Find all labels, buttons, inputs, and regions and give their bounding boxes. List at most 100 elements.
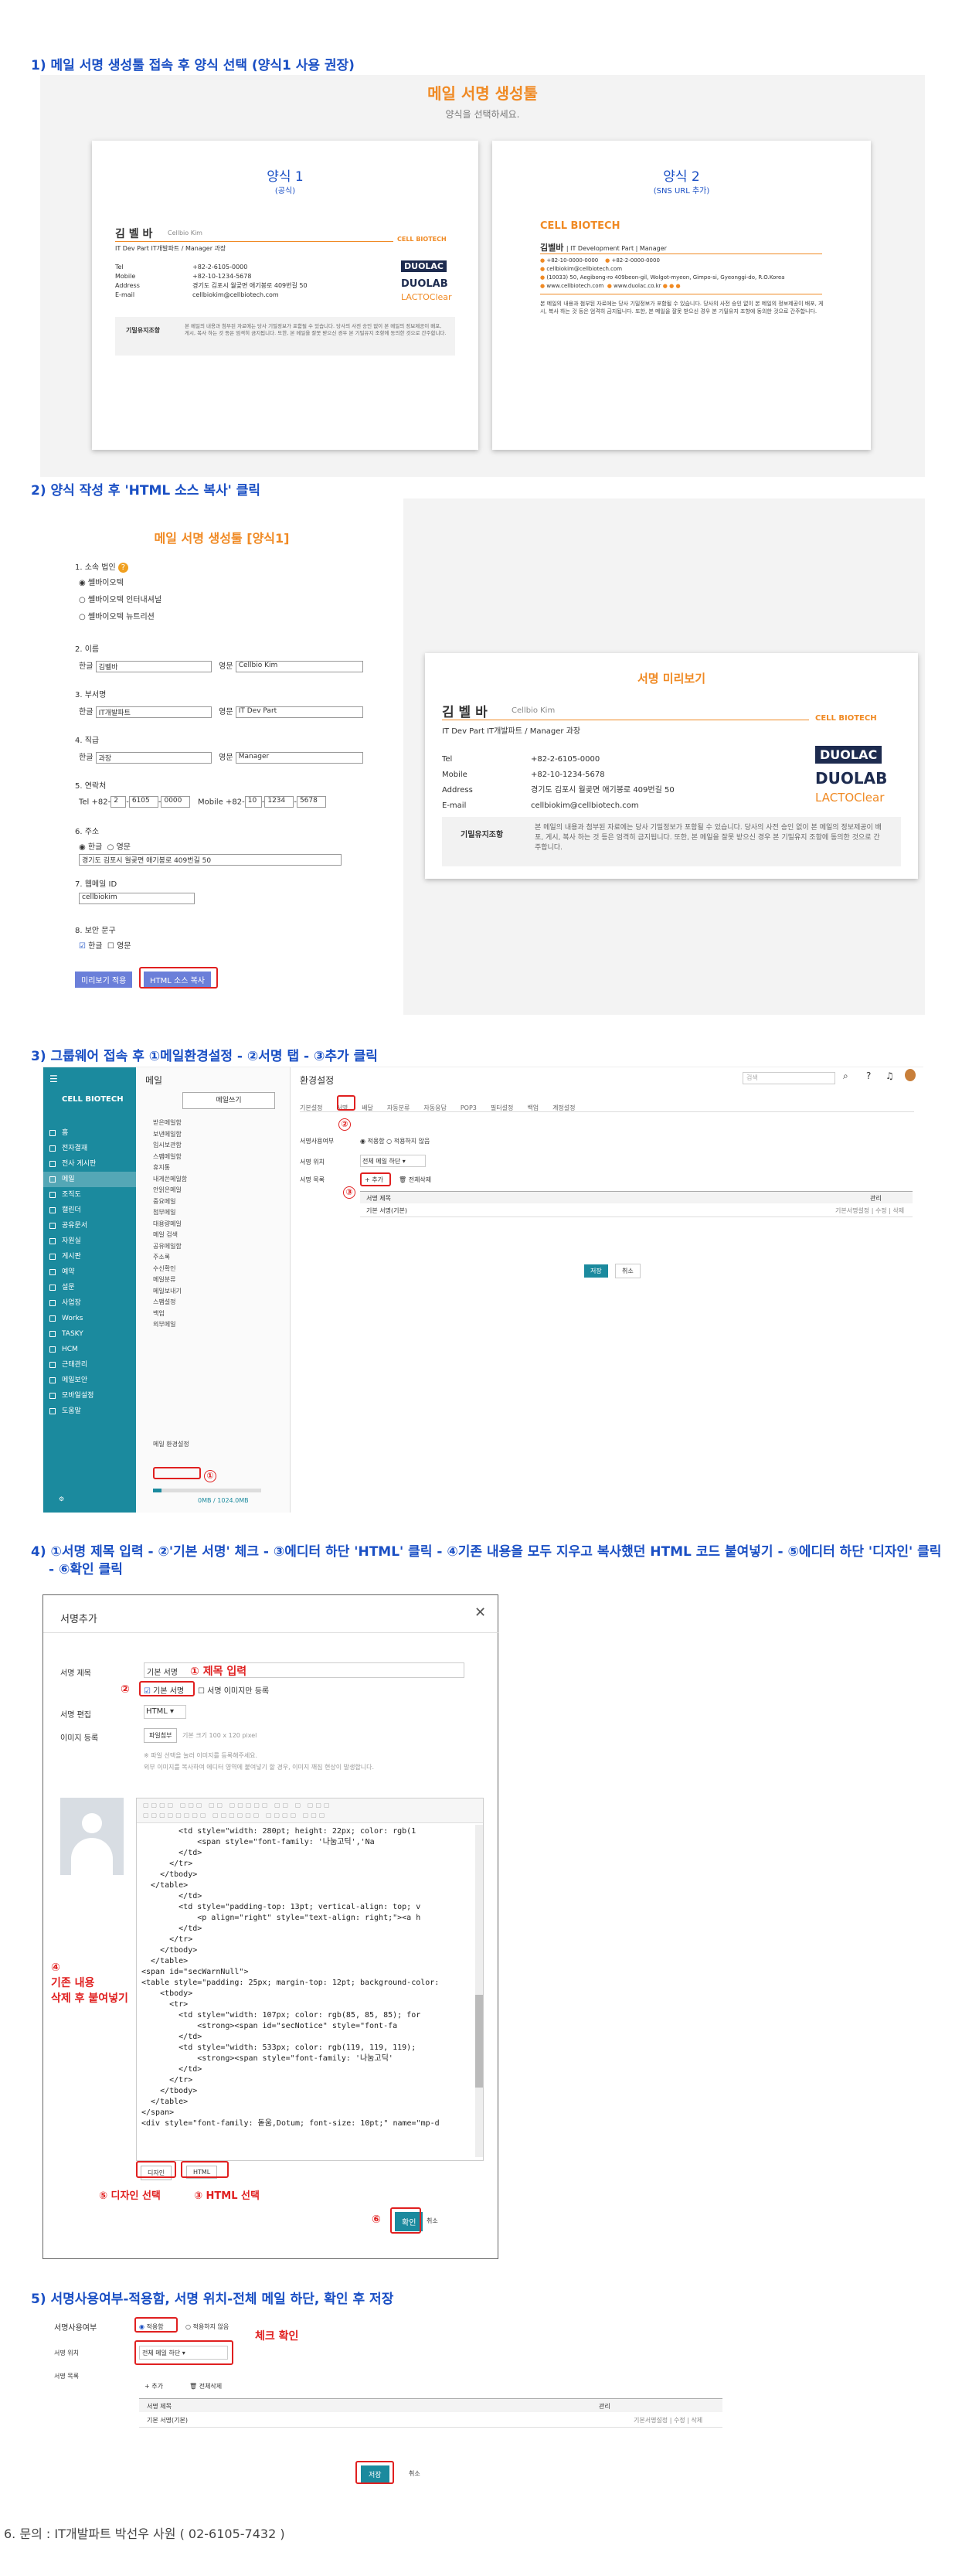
tab-autoreply[interactable]: 자동응답 <box>423 1104 446 1112</box>
mail-tree-item[interactable]: 수신확인 <box>153 1264 280 1275</box>
mail-tree-item[interactable]: 스팸설정 <box>153 1297 280 1308</box>
delete-all-button[interactable]: 🗑 전체삭제 <box>399 1176 431 1184</box>
sidebar-item[interactable]: 전자결재 <box>43 1141 136 1156</box>
tab-delivery[interactable]: 배달 <box>362 1104 373 1112</box>
dept-en-input[interactable]: IT Dev Part <box>235 706 363 718</box>
sidebar-item[interactable]: HCM <box>43 1342 136 1357</box>
gw-search-input[interactable]: 검색 <box>743 1072 835 1084</box>
radio-corp-2[interactable]: ○ 쎌바이오텍 인터내셔널 <box>79 593 161 604</box>
mail-tree-item[interactable]: 중요메일 <box>153 1196 280 1208</box>
preview-brand: CELL BIOTECH <box>815 714 877 723</box>
name-ko-input[interactable]: 김벨바 <box>95 660 212 672</box>
sidebar-item[interactable]: 설문 <box>43 1280 136 1295</box>
tab-basic[interactable]: 기본설정 <box>300 1104 322 1112</box>
html-editor[interactable]: ▢▢▢▢ ▢▢▢ ▢▢ ▢▢▢▢▢ ▢▢ ▢ ▢▢▢ ▢▢▢▢▢▢▢▢ ▢▢▢▢… <box>136 1798 484 2161</box>
mail-tree-item[interactable]: 보낸메일함 <box>153 1129 280 1141</box>
addr-radios[interactable]: ◉ 한글 ○ 영문 <box>79 840 131 852</box>
cancel-button[interactable]: 취소 <box>615 1264 641 1278</box>
menu-icon[interactable]: ☰ <box>49 1074 58 1084</box>
sidebar-item[interactable]: TASKY <box>43 1326 136 1342</box>
sidebar-item[interactable]: 홈 <box>43 1125 136 1141</box>
name-en-input[interactable]: Cellbio Kim <box>235 660 363 672</box>
s5-add-button[interactable]: + 추가 <box>144 2382 163 2391</box>
mail-tree-item[interactable]: 휴지통 <box>153 1162 280 1174</box>
sidebar-item[interactable]: 근태관리 <box>43 1357 136 1373</box>
sidebar-item[interactable]: 사업장 <box>43 1295 136 1311</box>
step-2-title: 2) 양식 작성 후 'HTML 소스 복사' 클릭 <box>31 483 261 499</box>
mail-tree-item[interactable]: 대용량메일 <box>153 1219 280 1230</box>
mail-tree-item[interactable]: 메일 환경설정 <box>153 1439 280 1451</box>
use-radios[interactable]: ◉ 적용함 ○ 적용하지 않음 <box>360 1137 430 1145</box>
editor-code[interactable]: <td style="width: 280pt; height: 22px; c… <box>141 1826 472 2155</box>
mail-tree-item[interactable]: 임시보관함 <box>153 1140 280 1152</box>
mail-tree-item[interactable]: 메일 검색 <box>153 1230 280 1241</box>
s5-list-row[interactable]: 기본 서명(기본) 기본서명설정 | 수정 | 삭제 <box>139 2412 722 2428</box>
sidebar-item[interactable]: 자원실 <box>43 1234 136 1249</box>
sidebar-item[interactable]: Works <box>43 1311 136 1326</box>
form2-card[interactable]: 양식 2 (SNS URL 추가) CELL BIOTECH 김벨바 | IT … <box>492 141 871 450</box>
tab-autosort[interactable]: 자동분류 <box>387 1104 410 1112</box>
sidebar-item[interactable]: 공유문서 <box>43 1218 136 1234</box>
s5-delete-all[interactable]: 🗑 전체삭제 <box>189 2382 222 2391</box>
attach-button[interactable]: 파일첨부 <box>144 1728 178 1743</box>
tab-pop3[interactable]: POP3 <box>461 1104 477 1111</box>
search-icon[interactable]: ⌕ <box>843 1070 848 1082</box>
mob2-input[interactable]: 1234 <box>264 796 294 808</box>
sidebar-item[interactable]: 예약 <box>43 1264 136 1280</box>
tab-filter[interactable]: 필터설정 <box>491 1104 513 1112</box>
rank-ko-input[interactable]: 과장 <box>95 751 212 764</box>
radio-corp-1[interactable]: ◉ 쎌바이오텍 <box>79 576 124 587</box>
s5-cancel-button[interactable]: 취소 <box>409 2469 420 2478</box>
mail-tree-item[interactable]: 공유메일함 <box>153 1241 280 1253</box>
webmail-id-input[interactable]: cellbiokim <box>79 893 195 904</box>
mail-tree-item[interactable]: 안읽은메일 <box>153 1185 280 1196</box>
tel3-input[interactable]: 0000 <box>161 796 191 808</box>
mob3-input[interactable]: 5678 <box>296 796 326 808</box>
image-only-checkbox[interactable]: ☐ 서명 이미지만 등록 <box>198 1684 269 1696</box>
mob1-input[interactable]: 10 <box>244 796 262 808</box>
editor-scrollbar[interactable] <box>475 1825 483 2157</box>
list-row[interactable]: 기본 서명(기본) 기본서명설정 | 수정 | 삭제 <box>360 1203 913 1217</box>
avatar[interactable] <box>905 1069 916 1081</box>
bell-icon[interactable]: ♫ <box>886 1070 894 1081</box>
mail-tree-item[interactable]: 내게쓴메일함 <box>153 1174 280 1186</box>
sidebar-item[interactable]: 메일 <box>43 1172 136 1187</box>
dept-ko-input[interactable]: IT개발파트 <box>95 706 212 718</box>
close-icon[interactable]: ✕ <box>474 1604 486 1621</box>
highlight-pos <box>134 2340 233 2365</box>
mail-tree-item[interactable]: 스팸메일함 <box>153 1152 280 1163</box>
sec-checks[interactable]: ☑ 한글 ☐ 영문 <box>79 939 131 951</box>
tel2-input[interactable]: 6105 <box>128 796 158 808</box>
sidebar-item[interactable]: 모바일설정 <box>43 1388 136 1404</box>
sidebar-item[interactable]: 조직도 <box>43 1187 136 1203</box>
edit-select[interactable]: HTML ▾ <box>144 1705 186 1719</box>
sidebar-icon <box>49 1145 56 1152</box>
sidebar-item[interactable]: 전사 게시판 <box>43 1156 136 1172</box>
rank-en-input[interactable]: Manager <box>235 751 363 764</box>
sidebar-item[interactable]: 메일보안 <box>43 1373 136 1388</box>
preview-button[interactable]: 미리보기 적용 <box>75 972 133 988</box>
sidebar-item[interactable]: 캘린더 <box>43 1203 136 1218</box>
mail-tree-item[interactable]: 첨부메일 <box>153 1207 280 1219</box>
tab-account[interactable]: 계정설정 <box>552 1104 575 1112</box>
sidebar-item[interactable]: 도움말 <box>43 1404 136 1419</box>
save-button[interactable]: 저장 <box>584 1264 608 1278</box>
mail-tree-item[interactable]: 메일분류 <box>153 1274 280 1286</box>
mail-tree-item[interactable]: 받은메일함 <box>153 1118 280 1129</box>
help-icon[interactable]: ? <box>866 1070 871 1081</box>
mail-tree-item[interactable]: 주소록 <box>153 1252 280 1264</box>
marker-2: ② <box>338 1115 351 1131</box>
pos-select[interactable]: 전체 메일 하단 ▾ <box>360 1155 426 1167</box>
dialog-cancel-button[interactable]: 취소 <box>427 2217 438 2225</box>
write-mail-button[interactable]: 메일쓰기 <box>182 1092 275 1109</box>
mail-tree-item[interactable]: 백업 <box>153 1308 280 1320</box>
address-input[interactable]: 경기도 김포시 월곶면 애기봉로 409번길 50 <box>79 854 342 866</box>
mail-tree-item[interactable]: 메일보내기 <box>153 1286 280 1298</box>
tab-backup[interactable]: 백업 <box>527 1104 539 1112</box>
tel1-input[interactable]: 2 <box>110 796 127 808</box>
sidebar-item[interactable]: 게시판 <box>43 1249 136 1264</box>
mail-tree-item[interactable]: 외부메일 <box>153 1319 280 1331</box>
radio-corp-3[interactable]: ○ 쎌바이오텍 뉴트리션 <box>79 610 155 621</box>
s5-use-radio-2[interactable]: ○ 적용하지 않음 <box>185 2322 229 2331</box>
form1-card[interactable]: 양식 1 (공식) 김 벨 바 Cellbio Kim CELL BIOTECH… <box>92 141 478 450</box>
